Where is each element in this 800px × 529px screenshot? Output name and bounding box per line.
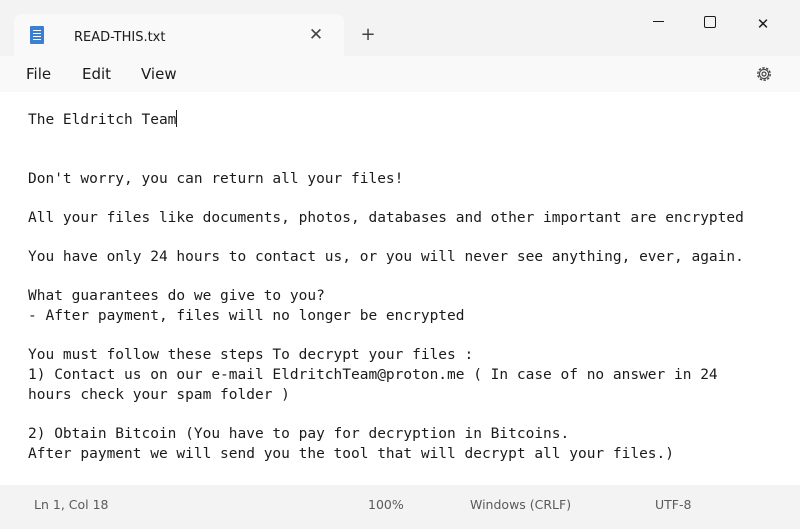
menu-view[interactable]: View [141,65,177,83]
menu-file[interactable]: File [26,65,51,83]
document-line: - After payment, files will no longer be… [28,308,465,324]
document-line: You have only 24 hours to contact us, or… [28,249,744,265]
line-ending: Windows (CRLF) [470,497,572,512]
zoom-level: 100% [368,497,404,512]
text-editor[interactable]: The Eldritch Team Don't worry, you can r… [0,92,800,485]
minimize-icon [652,21,664,22]
maximize-button[interactable] [690,10,730,38]
document-line: What guarantees do we give to you? [28,288,325,304]
document-line: 2) Obtain Bitcoin (You have to pay for d… [28,426,570,442]
close-icon: ✕ [756,15,770,33]
document-line: The Eldritch Team [28,112,177,128]
document-line: You must follow these steps To decrypt y… [28,347,474,363]
menu-bar: File Edit View [0,56,800,92]
document-line: After payment we will send you the tool … [28,446,675,462]
tab-read-this[interactable] [14,14,344,56]
close-window-button[interactable]: ✕ [743,10,783,38]
document-line: hours check your spam folder ) [28,387,290,403]
title-bar: READ-THIS.txt ✕ + ✕ [0,0,800,56]
document-line: 1) Contact us on our e-mail EldritchTeam… [28,367,718,383]
text-caret [176,110,178,127]
status-bar: Ln 1, Col 18 100% Windows (CRLF) UTF-8 [0,485,800,529]
cursor-position: Ln 1, Col 18 [34,497,109,512]
document-line: Don't worry, you can return all your fil… [28,171,404,187]
gear-icon[interactable] [754,64,774,84]
close-tab-icon[interactable]: ✕ [306,25,326,45]
document-line: All your files like documents, photos, d… [28,210,744,226]
tab-title: READ-THIS.txt [74,30,166,45]
menu-edit[interactable]: Edit [82,65,111,83]
maximize-icon [704,15,716,28]
encoding: UTF-8 [655,497,692,512]
minimize-button[interactable] [638,10,678,38]
new-tab-button[interactable]: + [358,25,378,45]
notepad-icon [30,26,44,44]
